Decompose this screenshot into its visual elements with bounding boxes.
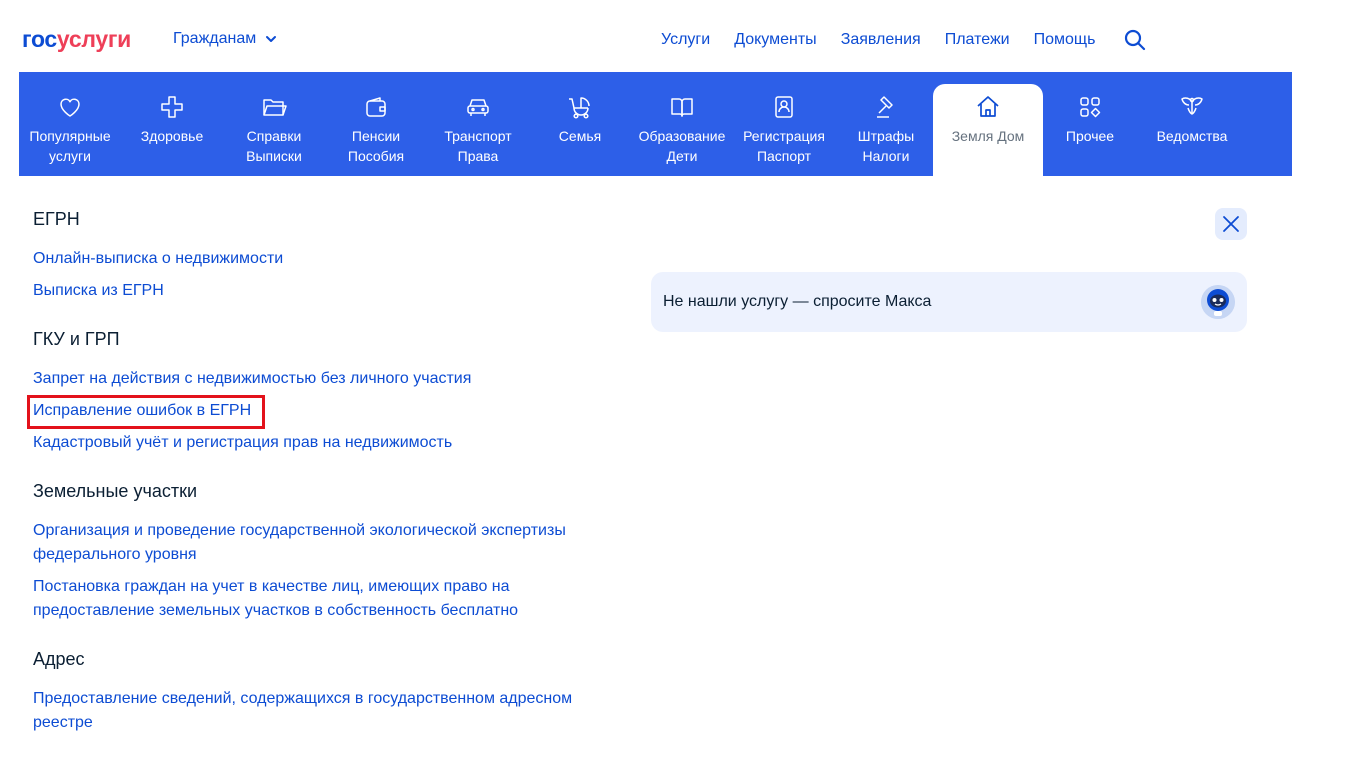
- ask-assistant-text: Не нашли услугу — спросите Макса: [663, 293, 932, 310]
- passport-icon: [775, 96, 793, 118]
- section-title-land: Земельные участки: [33, 481, 198, 501]
- wallet-icon: [366, 97, 386, 117]
- category-popular[interactable]: Популярные услуги: [19, 84, 121, 176]
- service-link[interactable]: Предоставление сведений, содержащихся в …: [33, 687, 593, 735]
- category-pensions[interactable]: Пенсии Пособия: [325, 84, 427, 176]
- logo-part-uslugi: услуги: [56, 26, 131, 52]
- nav-help[interactable]: Помощь: [1034, 30, 1096, 50]
- category-label: Пенсии Пособия: [347, 128, 405, 164]
- category-education[interactable]: Образование Дети: [631, 84, 733, 176]
- close-icon: [1223, 216, 1239, 232]
- search-icon[interactable]: [1123, 28, 1147, 52]
- category-other[interactable]: Прочее: [1039, 84, 1141, 176]
- service-link[interactable]: Организация и проведение государственной…: [33, 519, 593, 567]
- category-label: Ведомства: [1156, 128, 1228, 144]
- service-link[interactable]: Кадастровый учёт и регистрация прав на н…: [33, 431, 452, 455]
- top-navigation: Услуги Документы Заявления Платежи Помощ…: [661, 30, 1119, 50]
- service-link[interactable]: Онлайн-выписка о недвижимости: [33, 247, 283, 271]
- service-link[interactable]: Запрет на действия с недвижимостью без л…: [33, 367, 471, 391]
- category-family[interactable]: Семья: [529, 84, 631, 176]
- heart-icon: [60, 98, 80, 117]
- section-title-gku: ГКУ и ГРП: [33, 329, 120, 349]
- audience-dropdown[interactable]: Гражданам: [173, 30, 278, 48]
- category-land-house[interactable]: Земля Дом: [933, 84, 1043, 176]
- site-header: гос услуги Гражданам Услуги Документы Зая…: [0, 0, 1361, 72]
- nav-applications[interactable]: Заявления: [841, 30, 921, 50]
- robot-avatar-icon: [1201, 285, 1235, 319]
- service-link[interactable]: Выписка из ЕГРН: [33, 279, 164, 303]
- logo-part-gos: гос: [22, 26, 57, 52]
- chevron-down-icon: [266, 36, 277, 42]
- category-transport[interactable]: Транспорт Права: [427, 84, 529, 176]
- nav-services[interactable]: Услуги: [661, 30, 710, 50]
- category-label: Образование Дети: [638, 128, 726, 164]
- eagle-icon: [1181, 97, 1203, 115]
- category-agencies[interactable]: Ведомства: [1141, 84, 1243, 176]
- category-certificates[interactable]: Справки Выписки: [223, 84, 325, 176]
- service-link[interactable]: Постановка граждан на учет в качестве ли…: [33, 575, 593, 623]
- section-title-address: Адрес: [33, 649, 85, 669]
- category-label: Регистрация Паспорт: [743, 128, 825, 164]
- gavel-icon: [877, 96, 893, 118]
- category-label: Семья: [558, 128, 602, 144]
- section-title-egrn: ЕГРН: [33, 209, 80, 229]
- service-link-egrn-correction[interactable]: Исправление ошибок в ЕГРН: [33, 399, 251, 423]
- folder-icon: [263, 99, 287, 116]
- category-fines[interactable]: Штрафы Налоги: [835, 84, 937, 176]
- book-icon: [671, 98, 693, 117]
- category-label: Транспорт Права: [444, 128, 512, 164]
- category-health[interactable]: Здоровье: [121, 84, 223, 176]
- health-cross-icon: [161, 96, 183, 118]
- gosuslugi-logo[interactable]: гос услуги: [22, 25, 131, 53]
- car-icon: [467, 99, 489, 116]
- grid-icon: [1080, 97, 1101, 118]
- category-label: Справки Выписки: [246, 128, 302, 164]
- category-label: Здоровье: [140, 128, 204, 144]
- category-label: Земля Дом: [951, 128, 1025, 144]
- nav-documents[interactable]: Документы: [734, 30, 816, 50]
- category-label: Прочее: [1065, 128, 1115, 144]
- category-bar: Популярные услуги Здоровье Справки Выписки…: [19, 72, 1292, 176]
- audience-label: Гражданам: [173, 30, 257, 47]
- nav-payments[interactable]: Платежи: [945, 30, 1010, 50]
- category-label: Штрафы Налоги: [857, 128, 915, 164]
- ask-assistant-box[interactable]: Не нашли услугу — спросите Макса: [651, 272, 1247, 332]
- stroller-icon: [569, 97, 590, 119]
- category-label: Популярные услуги: [29, 128, 111, 164]
- category-registration[interactable]: Регистрация Паспорт: [733, 84, 835, 176]
- house-icon: [977, 96, 999, 117]
- close-panel-button[interactable]: [1215, 208, 1247, 240]
